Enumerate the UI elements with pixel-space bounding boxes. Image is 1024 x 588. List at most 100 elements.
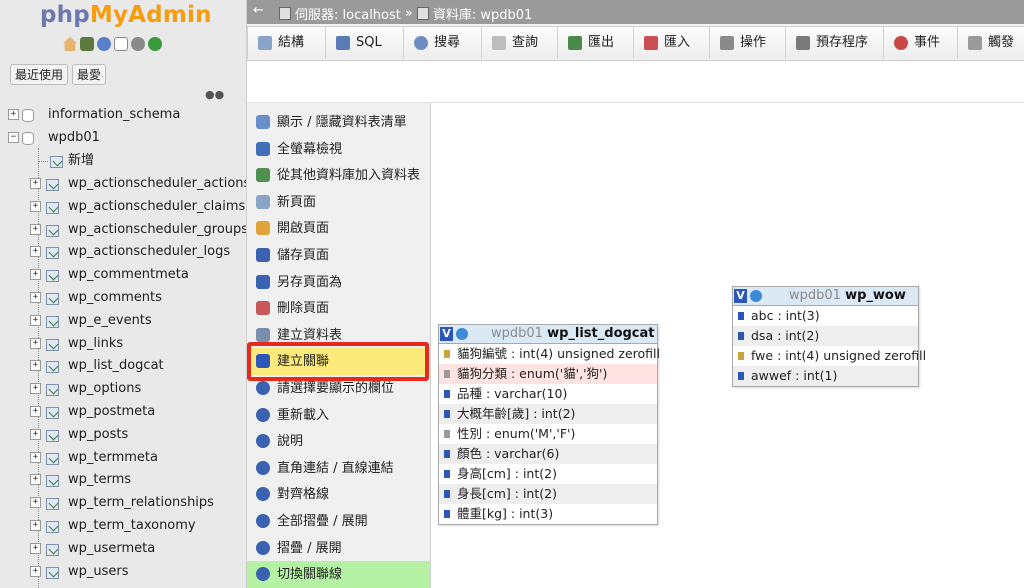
tree-branch-line xyxy=(38,161,48,162)
expander-icon[interactable]: + xyxy=(30,360,41,372)
side-menu-item[interactable]: 新頁面 xyxy=(247,189,430,216)
side-menu-icon xyxy=(256,514,270,528)
expander-icon[interactable]: + xyxy=(30,223,41,235)
breadcrumb-separator: » xyxy=(404,6,413,21)
table-column-row[interactable]: 體重[kg] : int(3) xyxy=(439,504,657,524)
table-column-row[interactable]: awwef : int(1) xyxy=(733,366,918,386)
side-menu-item[interactable]: 切換關聯線 xyxy=(247,561,430,588)
favorites-tab[interactable]: 最愛 xyxy=(72,64,107,85)
help-icon[interactable] xyxy=(97,37,111,51)
side-menu-label: 對齊格線 xyxy=(277,487,330,503)
expander-icon[interactable]: + xyxy=(8,109,19,120)
column-type-icon xyxy=(738,352,744,360)
side-menu-item[interactable]: 從其他資料庫加入資料表 xyxy=(247,162,430,189)
column-label: 貓狗分類 : enum('貓','狗') xyxy=(457,366,608,381)
toggle-icon[interactable]: V xyxy=(440,327,453,341)
clock-icon xyxy=(894,36,908,50)
logout-icon[interactable] xyxy=(80,37,94,51)
phpmyadmin-logo[interactable]: phpMyAdmin xyxy=(40,2,212,28)
column-type-icon xyxy=(444,370,450,378)
table-icon xyxy=(46,179,59,191)
database-icon xyxy=(22,132,34,145)
expander-icon[interactable]: + xyxy=(30,178,41,189)
side-menu-label: 刪除頁面 xyxy=(277,301,330,317)
expander-icon[interactable]: + xyxy=(30,565,41,577)
side-menu-item[interactable]: 刪除頁面 xyxy=(247,295,430,322)
highlight-box xyxy=(247,342,429,381)
side-menu-item[interactable]: 全螢幕檢視 xyxy=(247,136,430,163)
side-menu-icon xyxy=(256,274,270,289)
table-card-header[interactable]: V wpdb01 wp_wow xyxy=(733,287,918,306)
home-icon[interactable] xyxy=(63,37,77,51)
column-type-icon xyxy=(444,470,450,478)
expander-icon[interactable]: + xyxy=(30,497,41,509)
table-card-header[interactable]: V wpdb01 wp_list_dogcat xyxy=(439,325,657,344)
table-column-row[interactable]: 貓狗編號 : int(4) unsigned zerofill xyxy=(439,344,660,364)
link-icon[interactable]: ●● xyxy=(205,88,224,101)
side-menu-item[interactable]: 對齊格線 xyxy=(247,481,430,508)
tab-sql[interactable]: SQL xyxy=(325,26,415,59)
tree-table-label: wp_list_dogcat xyxy=(68,358,164,374)
settings-icon[interactable] xyxy=(131,37,145,51)
breadcrumb-database[interactable]: 資料庫: wpdb01 xyxy=(433,4,532,23)
side-menu-item[interactable]: 直角連結 / 直線連結 xyxy=(247,455,430,482)
side-menu-item[interactable]: 全部摺疊 / 展開 xyxy=(247,508,430,535)
reload-icon[interactable] xyxy=(148,37,162,51)
expander-icon[interactable]: + xyxy=(30,474,41,486)
tab-search[interactable]: 搜尋 xyxy=(403,26,493,59)
documentation-icon[interactable] xyxy=(114,37,128,51)
menu-tabs: 結構 SQL 搜尋 查詢 匯出 匯入 操作 預存程序 事件 觸發 xyxy=(247,24,1024,61)
collapse-nav-icon[interactable]: ← xyxy=(253,4,264,18)
table-column-row[interactable]: 顏色 : varchar(6) xyxy=(439,444,657,464)
expander-icon[interactable]: + xyxy=(30,200,41,212)
gear-icon[interactable] xyxy=(456,328,468,340)
column-label: 性別 : enum('M','F') xyxy=(457,426,576,441)
expander-icon[interactable]: + xyxy=(30,314,41,326)
side-menu-icon xyxy=(256,540,270,555)
side-menu-label: 儲存頁面 xyxy=(277,248,330,263)
tab-label: 觸發 xyxy=(988,35,1015,50)
side-menu-item[interactable]: 說明 xyxy=(247,428,430,455)
table-card-wp-list-dogcat[interactable]: V wpdb01 wp_list_dogcat 貓狗編號 : int(4) un… xyxy=(438,324,660,525)
table-column-row[interactable]: 貓狗分類 : enum('貓','狗') xyxy=(439,364,657,384)
tree-db-label: wpdb01 xyxy=(48,130,100,145)
side-menu-item[interactable]: 重新載入 xyxy=(247,402,430,429)
side-menu-item[interactable]: 另存頁面為 xyxy=(247,269,430,296)
table-column-row[interactable]: 品種 : varchar(10) xyxy=(439,384,657,404)
table-column-row[interactable]: dsa : int(2) xyxy=(733,326,918,346)
toggle-icon[interactable]: V xyxy=(734,289,747,303)
table-icon xyxy=(46,452,59,465)
expander-icon[interactable]: + xyxy=(30,383,41,395)
expander-icon[interactable]: + xyxy=(30,520,41,531)
expander-icon[interactable]: + xyxy=(30,451,41,463)
table-column-row[interactable]: fwe : int(4) unsigned zerofill xyxy=(733,346,926,366)
tree-table-label: wp_postmeta xyxy=(68,404,156,419)
expander-icon[interactable]: + xyxy=(30,292,41,303)
recent-tab[interactable]: 最近使用 xyxy=(10,64,69,85)
table-icon xyxy=(46,407,59,419)
table-db-name: wpdb01 xyxy=(789,288,841,303)
column-type-icon xyxy=(444,390,450,398)
query-icon xyxy=(492,36,506,50)
table-column-row[interactable]: 大概年齡[歲] : int(2) xyxy=(439,404,657,424)
tab-triggers[interactable]: 觸發 xyxy=(957,26,1024,59)
expander-icon[interactable]: − xyxy=(8,132,19,143)
table-card-wp-wow[interactable]: V wpdb01 wp_wow abc : int(3) dsa : int(2)… xyxy=(732,286,926,387)
expander-icon[interactable]: + xyxy=(30,269,41,281)
breadcrumb-server[interactable]: 伺服器: localhost xyxy=(295,4,401,23)
gear-icon[interactable] xyxy=(750,290,762,302)
table-column-row[interactable]: 身長[cm] : int(2) xyxy=(439,484,657,504)
side-menu-item[interactable]: 摺疊 / 展開 xyxy=(247,535,430,562)
table-column-row[interactable]: 身高[cm] : int(2) xyxy=(439,464,657,484)
table-icon xyxy=(46,338,59,351)
expander-icon[interactable]: + xyxy=(30,542,41,554)
expander-icon[interactable]: + xyxy=(30,337,41,349)
table-column-row[interactable]: abc : int(3) xyxy=(733,306,918,326)
side-menu-item[interactable]: 顯示 / 隱藏資料表清單 xyxy=(247,109,430,136)
side-menu-item[interactable]: 開啟頁面 xyxy=(247,215,430,242)
expander-icon[interactable]: + xyxy=(30,246,41,258)
table-column-row[interactable]: 性別 : enum('M','F') xyxy=(439,424,657,444)
expander-icon[interactable]: + xyxy=(30,428,41,440)
side-menu-item[interactable]: 儲存頁面 xyxy=(247,242,430,269)
expander-icon[interactable]: + xyxy=(30,406,41,417)
